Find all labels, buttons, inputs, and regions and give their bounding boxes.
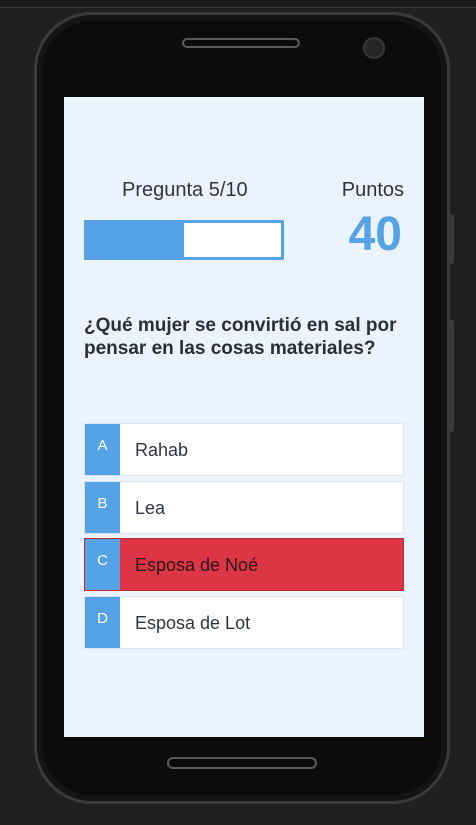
question-text: ¿Qué mujer se convirtió en sal por pensa…: [84, 315, 397, 359]
score-value: 40: [348, 208, 402, 261]
score-label: Puntos: [341, 179, 404, 201]
quiz-screen: Pregunta 5/10 Puntos 40 ¿Qué mujer se co…: [64, 97, 424, 737]
power-button: [449, 214, 454, 264]
question-counter: Pregunta 5/10: [122, 179, 248, 201]
answer-text: Esposa de Lot: [135, 613, 251, 633]
device-frame-stage: Pregunta 5/10 Puntos 40 ¿Qué mujer se co…: [0, 0, 476, 825]
answer-letter: A: [85, 424, 120, 475]
answer-letter: B: [85, 482, 120, 533]
top-bar: [0, 0, 476, 8]
answer-option-c[interactable]: C Esposa de Noé: [84, 538, 404, 591]
answer-option-a[interactable]: A Rahab: [84, 423, 404, 476]
answer-option-d[interactable]: D Esposa de Lot: [84, 596, 404, 649]
answer-letter: D: [85, 597, 120, 648]
answer-text: Lea: [135, 498, 166, 518]
answer-text: Esposa de Noé: [135, 555, 259, 575]
earpiece-speaker: [182, 38, 300, 48]
answer-option-b[interactable]: B Lea: [84, 481, 404, 534]
front-camera: [363, 37, 385, 59]
progress-bar-fill: [87, 223, 184, 257]
answer-text: Rahab: [135, 440, 189, 460]
volume-button: [449, 320, 454, 432]
progress-bar: [84, 220, 284, 260]
answer-letter: C: [85, 539, 120, 590]
bottom-speaker: [167, 757, 317, 769]
